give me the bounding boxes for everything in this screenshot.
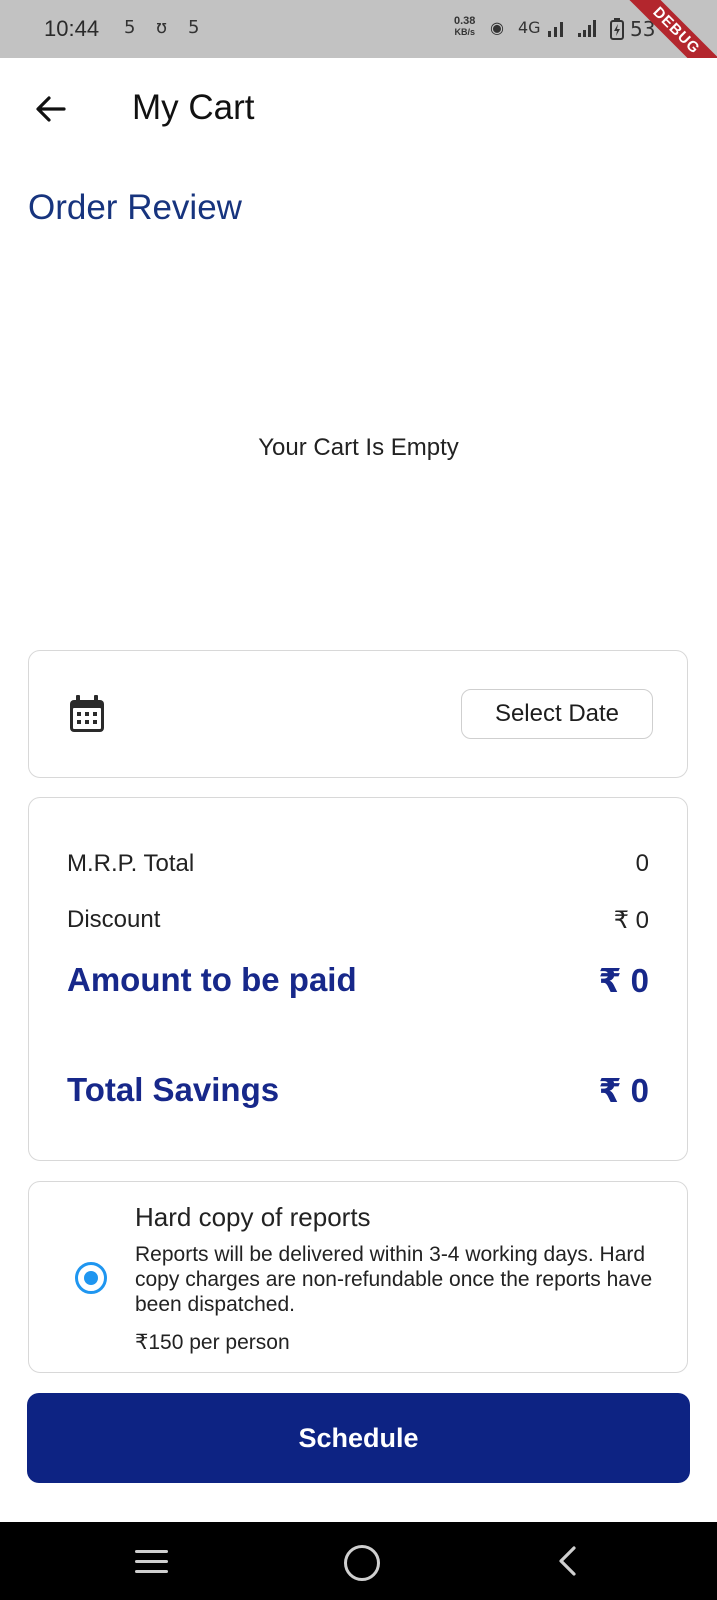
notification-icon: 5 <box>188 17 200 38</box>
home-icon[interactable] <box>344 1545 380 1581</box>
price-summary-card: M.R.P. Total 0 Discount ₹ 0 Amount to be… <box>28 797 688 1161</box>
amount-to-pay-value: ₹ 0 <box>598 962 649 999</box>
empty-cart-message: Your Cart Is Empty <box>258 434 459 461</box>
back-nav-icon[interactable] <box>552 1544 586 1578</box>
select-date-button[interactable]: Select Date <box>461 689 653 739</box>
signal-icon <box>578 20 596 37</box>
mrp-total-row: M.R.P. Total 0 <box>67 850 649 878</box>
hard-copy-radio[interactable] <box>75 1262 107 1294</box>
status-time: 10:44 <box>44 16 100 41</box>
date-card: Select Date <box>28 650 688 778</box>
calendar-icon <box>70 695 104 732</box>
total-savings-value: ₹ 0 <box>598 1072 649 1109</box>
back-arrow-icon[interactable] <box>34 92 68 126</box>
network-speed: 0.38 KB/s <box>454 15 476 38</box>
total-savings-label: Total Savings <box>67 1071 280 1108</box>
total-savings-row: Total Savings ₹ 0 <box>67 1071 649 1110</box>
recent-apps-icon[interactable] <box>135 1550 168 1574</box>
status-bar: 10:44 5 ʊ 5 0.38 KB/s ◉ 4G 53 DEBUG <box>0 0 717 58</box>
hard-copy-description: Reports will be delivered within 3-4 wor… <box>135 1243 653 1316</box>
discount-value: ₹ 0 <box>613 907 649 934</box>
radio-selected-dot <box>84 1271 98 1285</box>
amount-to-pay-label: Amount to be paid <box>67 961 357 998</box>
mrp-total-label: M.R.P. Total <box>67 850 195 877</box>
discount-row: Discount ₹ 0 <box>67 906 649 935</box>
hard-copy-option-card[interactable]: Hard copy of reports Reports will be del… <box>28 1181 688 1373</box>
network-type: 4G <box>518 18 541 37</box>
discount-label: Discount <box>67 906 161 933</box>
page-title: My Cart <box>132 88 255 127</box>
hard-copy-title: Hard copy of reports <box>135 1202 371 1232</box>
notification-icon: 5 <box>124 17 136 38</box>
mrp-total-value: 0 <box>635 850 649 877</box>
section-title: Order Review <box>28 188 242 227</box>
notification-icon: ʊ <box>156 17 168 38</box>
signal-icon <box>548 22 563 37</box>
hard-copy-price: ₹150 per person <box>135 1331 290 1354</box>
schedule-button[interactable]: Schedule <box>27 1393 690 1483</box>
battery-icon <box>610 18 624 40</box>
hotspot-icon: ◉ <box>490 18 504 37</box>
system-nav-bar <box>0 1522 717 1600</box>
debug-banner: DEBUG <box>608 0 717 58</box>
amount-to-pay-row: Amount to be paid ₹ 0 <box>67 961 649 1000</box>
